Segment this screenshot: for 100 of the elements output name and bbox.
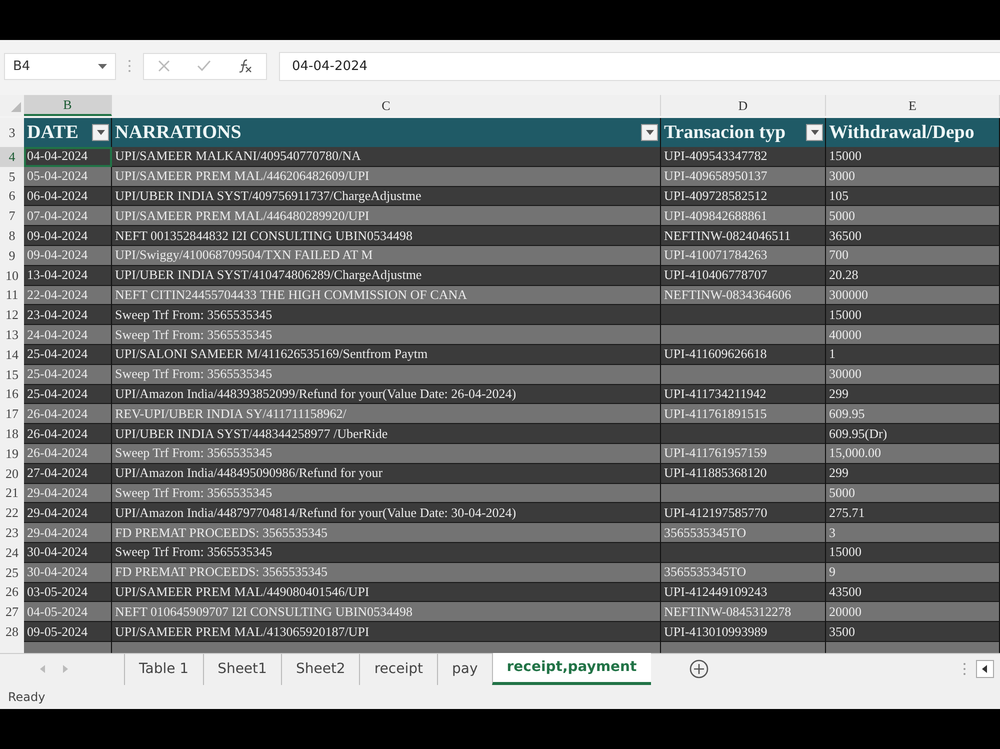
table-cell: UPI-413010993989 [661,622,826,642]
table-cell: 04-05-2024 [24,602,112,622]
table-cell: Sweep Trf From: 3565535345 [112,542,661,563]
table-cell: NEFT 001352844832 I2I CONSULTING UBIN0534498 [112,226,661,246]
table-cell: UPI/SAMEER PREM MAL/446206482609/UPI [112,166,661,187]
table-cell: UPI-411761891515 [661,404,826,424]
table-cell: 15000 [826,147,1000,167]
scroll-left-button[interactable] [976,660,994,678]
table-cell: 04-04-2024 [24,147,112,167]
row-number[interactable]: 4 [0,147,24,167]
table-cell: 20.28 [826,266,1000,286]
table-cell: UPI-411761957159 [661,444,826,464]
table-cell: 29-04-2024 [24,523,112,543]
table-cell: 05-04-2024 [24,166,112,187]
add-sheet-icon[interactable] [688,659,709,680]
table-cell: Sweep Trf From: 3565535345 [112,305,661,326]
table-cell: Sweep Trf From: 3565535345 [112,484,661,504]
filter-button[interactable] [92,124,109,141]
table-cell: UPI/Amazon India/448393852099/Refund for your(Value Date: 26-04-2024) [112,384,661,404]
table-cell: UPI/SAMEER PREM MAL/413065920187/UPI [112,622,661,642]
table-cell: 26-04-2024 [24,424,112,444]
table-cell: 23-04-2024 [24,305,112,326]
table-cell: 20000 [826,602,1000,622]
table-cell: 25-04-2024 [24,364,112,385]
table-cell: 3 [826,523,1000,543]
table-cell: 15000 [826,305,1000,326]
table-cell: 36500 [826,226,1000,246]
column-heading: NARRATIONS [115,122,242,144]
table-cell: UPI/SAMEER PREM MAL/449080401546/UPI [112,582,661,602]
table-cell: 43500 [826,582,1000,602]
table-cell: UPI/UBER INDIA SYST/448344258977 /UberRide [112,424,661,444]
table-cell: NEFTINW-0845312278 [661,602,826,622]
table-cell: UPI/SALONI SAMEER M/411626535169/Sentfrom Paytm [112,344,661,365]
caret-icon[interactable] [810,130,818,135]
table-cell: 299 [826,384,1000,404]
table-cell: UPI/SAMEER MALKANI/409540770780/NA [112,147,661,167]
table-cell: 3565535345TO [661,562,826,583]
table-cell: UPI/SAMEER PREM MAL/446480289920/UPI [112,206,661,226]
table-cell: NEFT 010645909707 I2I CONSULTING UBIN0534498 [112,602,661,622]
table-cell: 09-05-2024 [24,622,112,642]
table-cell: 9 [826,562,1000,583]
table-cell: UPI-409658950137 [661,166,826,187]
table-cell: 25-04-2024 [24,384,112,404]
table-cell: 09-04-2024 [24,226,112,246]
table-cell: Sweep Trf From: 3565535345 [112,444,661,464]
checkmark-icon[interactable] [196,60,211,72]
table-cell: 15,000.00 [826,444,1000,464]
table-cell: NEFTINW-0834364606 [661,286,826,306]
table-cell: 3565535345TO [661,523,826,543]
table-cell: Sweep Trf From: 3565535345 [112,325,661,345]
caret-icon[interactable] [982,665,988,674]
table-cell: 29-04-2024 [24,503,112,524]
table-cell: 30-04-2024 [24,542,112,563]
table-cell: UPI/Amazon India/448797704814/Refund for your(Value Date: 30-04-2024) [112,503,661,524]
table-cell: 40000 [826,325,1000,345]
table-cell: 5000 [826,484,1000,504]
table-cell: 30000 [826,364,1000,385]
table-cell: UPI-409842688861 [661,206,826,226]
table-cell: 27-04-2024 [24,464,112,484]
table-cell: 22-04-2024 [24,286,112,306]
column-heading: Transacion typ [664,122,786,144]
table-cell: 13-04-2024 [24,266,112,286]
table-cell: 09-04-2024 [24,246,112,266]
table-cell: 609.95(Dr) [826,424,1000,444]
column-heading: Withdrawal/Depo [829,122,974,144]
table-cell: 15000 [826,542,1000,563]
table-cell: REV-UPI/UBER INDIA SY/411711158962/ [112,404,661,424]
table-cell: NEFTINW-0824046511 [661,226,826,246]
table-cell: FD PREMAT PROCEEDS: 3565535345 [112,523,661,543]
table-cell: UPI-411609626618 [661,344,826,365]
more-icon [128,59,131,73]
table-cell: 06-04-2024 [24,186,112,206]
filter-button[interactable] [806,124,823,141]
table-cell: 105 [826,186,1000,206]
caret-icon[interactable] [646,130,654,135]
filter-button[interactable] [641,124,658,141]
name-box[interactable]: B4 [4,52,116,80]
table-cell: UPI-412197585770 [661,503,826,524]
table-cell: 26-04-2024 [24,404,112,424]
table-cell: 3000 [826,166,1000,187]
table-cell: UPI-411885368120 [661,464,826,484]
dropdown-icon[interactable] [98,64,107,68]
table-cell: 25-04-2024 [24,344,112,365]
sheet-tab[interactable]: receipt,payment [492,652,651,685]
table-cell: UPI-412449109243 [661,582,826,602]
table-cell: 300000 [826,286,1000,306]
function-icon[interactable] [238,59,252,73]
table-cell: 30-04-2024 [24,562,112,583]
status-text: Ready [8,690,46,704]
table-cell: 29-04-2024 [24,484,112,504]
column-heading: DATE [27,122,78,144]
column-header[interactable]: B [24,95,112,116]
table-cell: UPI-409728582512 [661,186,826,206]
table-cell: 1 [826,344,1000,365]
table-cell: UPI/UBER INDIA SYST/409756911737/ChargeAdjustme [112,186,661,206]
table-cell: Sweep Trf From: 3565535345 [112,364,661,385]
formula-field[interactable]: 04-04-2024 [279,52,1000,80]
caret-icon[interactable] [96,130,104,135]
table-cell: UPI/Swiggy/410068709504/TXN FAILED AT M [112,246,661,266]
table-cell: 275.71 [826,503,1000,524]
